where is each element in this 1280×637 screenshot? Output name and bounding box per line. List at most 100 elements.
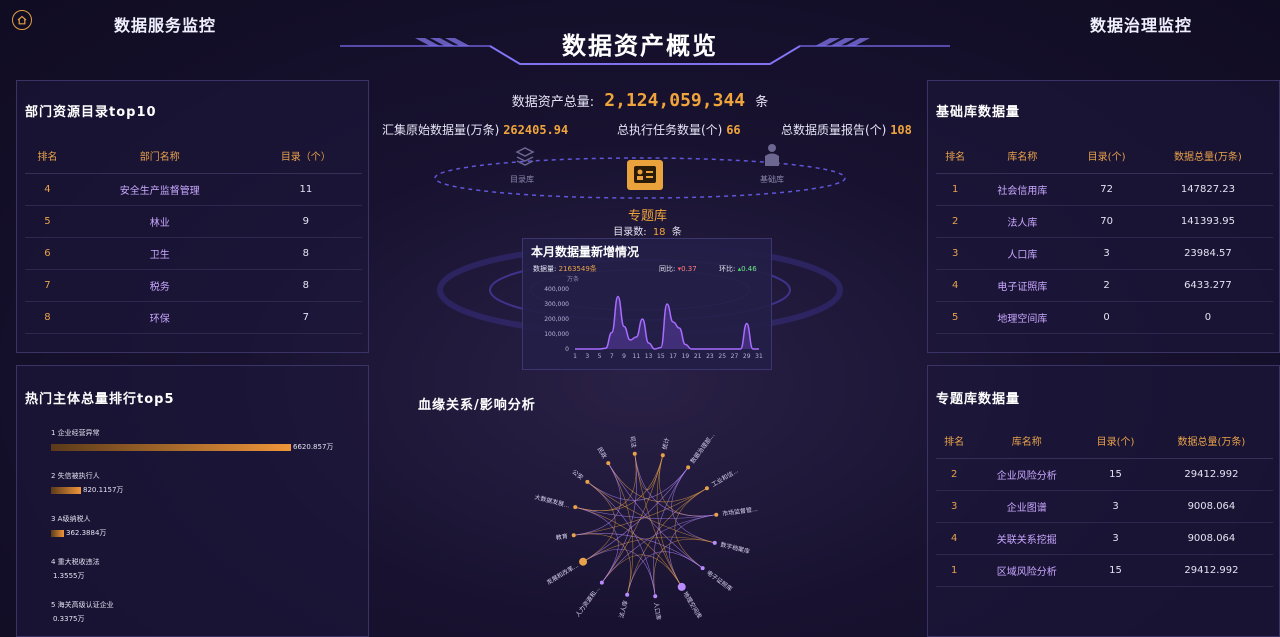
lineage-node-label: 电子证照库 [705,569,734,593]
lineage-node [606,461,611,466]
lineage-node [625,592,630,597]
lineage-link [575,506,619,583]
lineage-node-label: 地理空间库 [681,590,703,620]
table-row[interactable]: 7 税务 8 [25,269,362,302]
table-row[interactable]: 1 社会信用库 72 147827.23 [936,173,1273,206]
x-tick-label: 25 [718,353,726,360]
y-tick-label: 100,000 [544,331,569,338]
col-count: 目录(个) [1081,424,1150,459]
lineage-link [659,455,717,517]
col-total: 数据总量(万条) [1149,424,1273,459]
lineage-link [634,453,717,517]
x-tick-label: 23 [706,353,714,360]
chart-summary: 数据量: 2163549条 [533,265,597,273]
topic-library-label: 专题库 [627,209,667,224]
lineage-node-label: 数字档案库 [720,540,751,555]
hot-item-value: 1.3555万 [53,572,85,580]
table-row[interactable]: 1 区域风险分析 15 29412.992 [936,554,1273,587]
lineage-node [712,540,717,545]
lineage-node [704,486,709,491]
table-row[interactable]: 2 企业风险分析 15 29412.992 [936,458,1273,491]
base-library-icon[interactable] [762,142,782,172]
lineage-link [573,488,708,536]
lineage-node [632,451,637,456]
hot-item-label: 5 海关高级认证企业 [51,601,114,609]
lineage-link [575,506,717,519]
y-tick-label: 0 [565,346,569,353]
hot-item: 1 企业经营异常 6620.857万 [51,428,351,452]
lineage-link [653,467,689,597]
lineage-node [585,479,590,484]
lineage-link [626,551,703,595]
raw-data-stat: 汇集原始数据量(万条) 262405.94 [382,123,569,137]
hot-subject-panel: 热门主体总量排行top5 1 企业经营异常 6620.857万 2 失信被执行人 82… [16,365,369,637]
table-row[interactable]: 4 安全生产监督管理 11 [25,173,362,206]
topic-panel-title: 专题库数据量 [936,392,1021,407]
table-row[interactable]: 5 地理空间库 0 0 [936,301,1273,334]
lineage-link [626,488,708,595]
lineage-node [571,533,576,538]
table-row[interactable]: 4 电子证照库 2 6433.277 [936,269,1273,302]
col-rank: 排名 [936,424,973,459]
lineage-node [653,594,658,599]
x-tick-label: 5 [598,353,602,360]
lineage-graph: 统计 数据治理部... 工业和信... 市场监督管... 数字档案库电子证照库地理空间库… [534,431,759,620]
monthly-increment-chart: 本月数据量新增情况 数据量: 2163549条 万条 同比: ▾0.37 环比:… [522,238,772,370]
hot-item: 2 失信被执行人 820.1157万 [51,471,351,495]
col-count: 目录（个） [249,139,362,174]
x-tick-label: 9 [622,353,626,360]
col-rank: 排名 [25,139,70,174]
x-tick-label: 15 [657,353,665,360]
col-total: 数据总量(万条) [1142,139,1273,174]
yoy-stat: 同比: ▾0.37 [659,265,697,273]
base-library-label: 基础库 [760,175,784,184]
x-tick-label: 1 [573,353,577,360]
lineage-node-label: 市场监督管... [722,505,759,518]
hot-item-label: 2 失信被执行人 [51,472,100,480]
lineage-link [608,462,708,503]
x-tick-label: 7 [610,353,614,360]
lineage-node-label: 大数据发展... [534,493,571,510]
total-assets: 数据资产总量: 2,124,059,344 条 [0,90,1280,111]
lineage-node-label: 统计 [660,437,671,451]
lineage-node-label: 发展和改革... [545,561,580,586]
table-header-row: 排名 库名称 目录(个) 数据总量(万条) [936,139,1273,174]
lineage-node [573,505,578,510]
lineage-node [599,580,604,585]
hot-item-value: 362.3884万 [66,529,107,537]
topic-library-icon[interactable] [627,160,663,190]
table-row[interactable]: 3 企业图谱 3 9008.064 [936,490,1273,523]
table-header-row: 排名 库名称 目录(个) 数据总量(万条) [936,424,1273,459]
page-title: 数据资产概览 [562,32,718,60]
hot-item-value: 820.1157万 [83,486,124,494]
table-row[interactable]: 6 卫生 8 [25,237,362,270]
col-rank: 排名 [936,139,975,174]
lineage-node-label: 工业和信... [710,467,740,489]
hot-item-label: 4 重大税收违法 [51,558,100,566]
lineage-node-label: 司法 [628,435,638,448]
hot-item-label: 1 企业经营异常 [51,429,100,437]
col-count: 目录(个) [1070,139,1143,174]
hot-item: 5 海关高级认证企业 0.3375万 [51,600,351,624]
lineage-title: 血缘关系/影响分析 [418,398,536,413]
hot-item-value: 0.3375万 [53,615,85,623]
topic-library-panel: 专题库数据量 排名 库名称 目录(个) 数据总量(万条) 2 企业风险分析 15 29… [927,365,1280,637]
table-header-row: 排名 部门名称 目录（个） [25,139,362,174]
hot-item-bar [51,443,291,451]
lineage-node [660,453,665,458]
total-unit: 条 [755,95,769,110]
x-tick-label: 3 [585,353,589,360]
report-count-stat: 总数据质量报告(个) 108 [781,123,912,137]
hot-item-value: 6620.857万 [293,443,334,451]
table-row[interactable]: 3 人口库 3 23984.57 [936,237,1273,270]
x-tick-label: 17 [669,353,677,360]
col-lib-name: 库名称 [972,424,1082,459]
mom-stat: 环比: ▴0.46 [719,265,757,273]
lineage-link [575,453,637,511]
table-row[interactable]: 4 关联关系挖掘 3 9008.064 [936,522,1273,555]
lineage-node [700,566,705,571]
table-row[interactable]: 8 环保 7 [25,301,362,334]
lineage-node-label: 人力资源和... [574,585,602,618]
x-tick-label: 31 [755,353,763,360]
catalog-library-icon[interactable] [510,145,540,171]
